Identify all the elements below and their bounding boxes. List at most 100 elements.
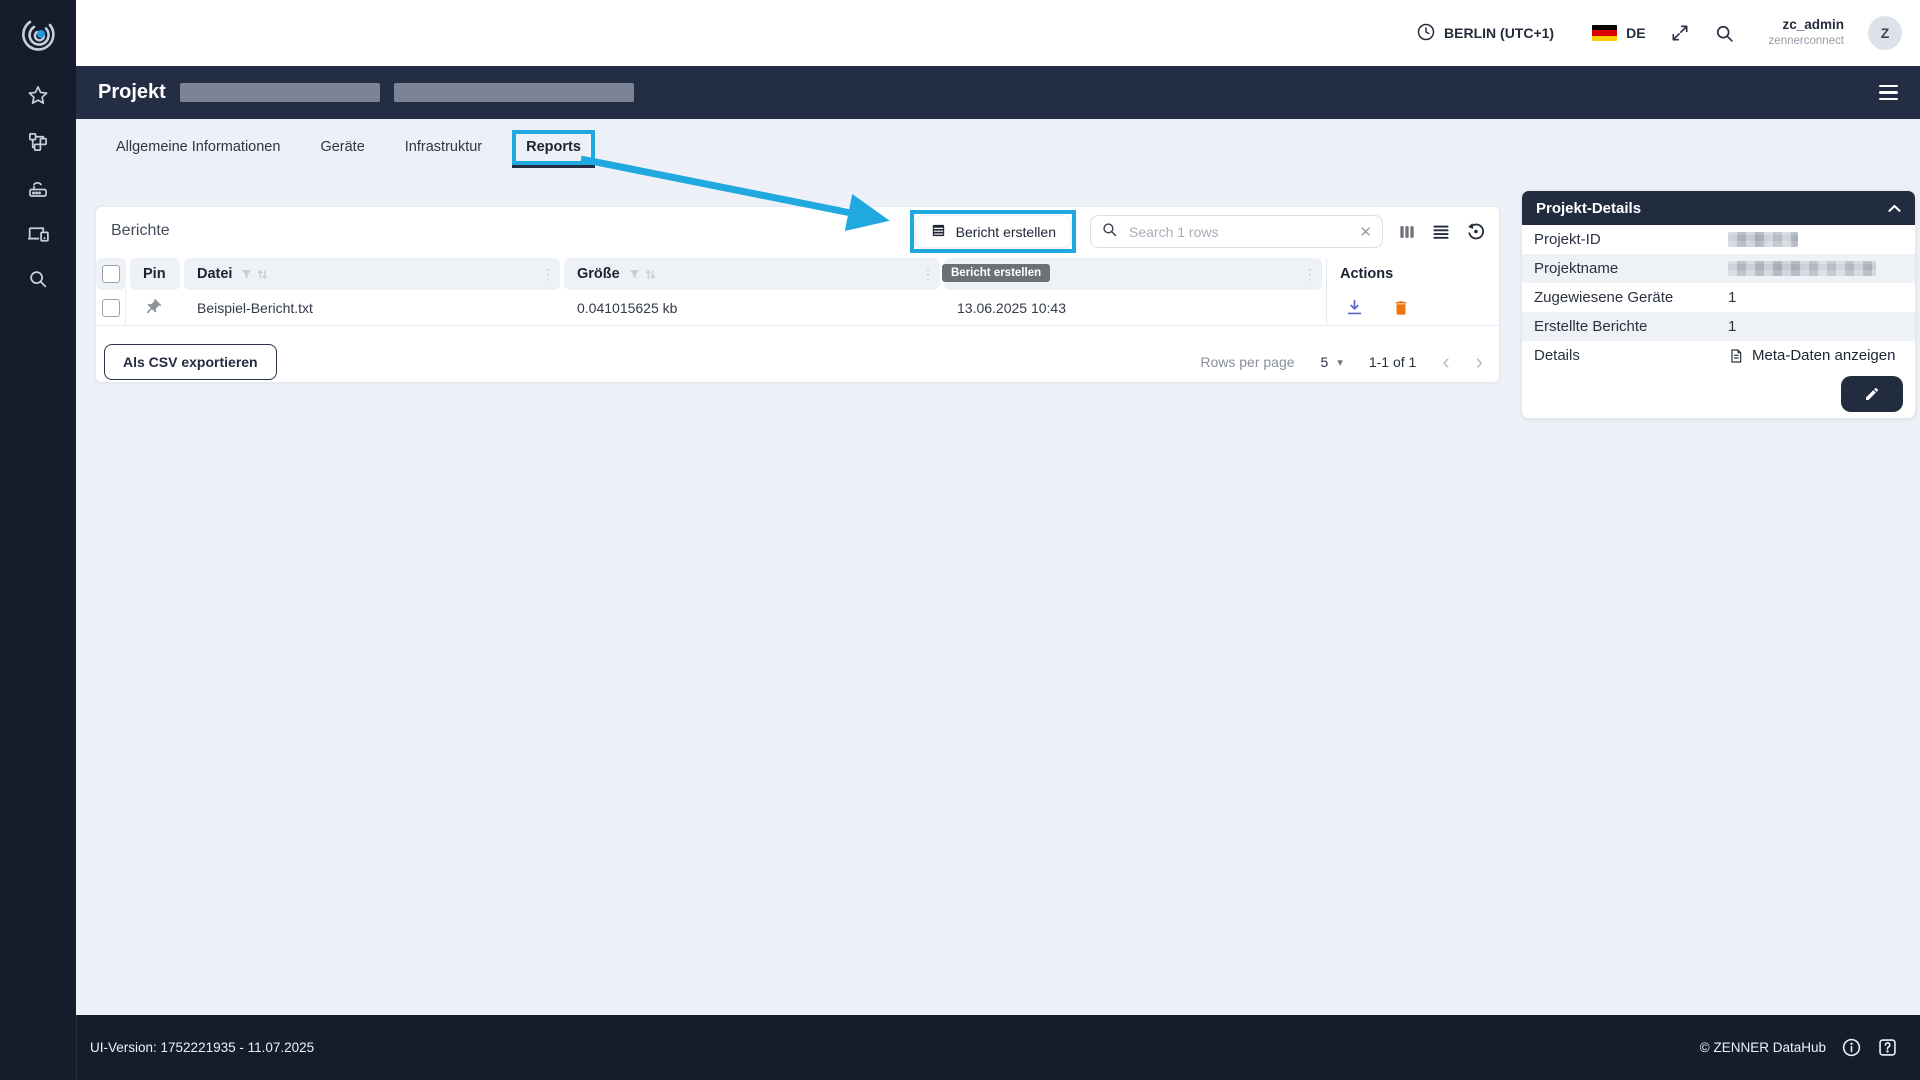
search-topbar-icon[interactable]: [1714, 23, 1735, 44]
edit-project-button[interactable]: [1841, 376, 1903, 412]
detail-label: Projektname: [1534, 260, 1618, 277]
create-report-button[interactable]: Bericht erstellen: [915, 215, 1071, 248]
gateway-router-icon[interactable]: [26, 176, 50, 205]
detail-row-projekt-id: Projekt-ID: [1522, 225, 1915, 254]
tab-geraete[interactable]: Geräte: [300, 130, 384, 165]
delete-trash-icon[interactable]: [1392, 299, 1410, 317]
pencil-icon: [1864, 386, 1880, 402]
tab-allgemeine-informationen[interactable]: Allgemeine Informationen: [96, 130, 300, 165]
row-checkbox[interactable]: [102, 299, 120, 317]
sort-icon[interactable]: [256, 268, 269, 281]
detail-label: Projekt-ID: [1534, 231, 1601, 248]
ui-version-label: UI-Version: 1752221935 - 11.07.2025: [90, 1040, 314, 1055]
detail-value: 1: [1728, 289, 1736, 306]
document-icon: [1728, 348, 1744, 364]
timezone-selector[interactable]: BERLIN (UTC+1): [1416, 22, 1554, 45]
sort-icon[interactable]: [644, 268, 657, 281]
filter-funnel-icon[interactable]: [240, 268, 253, 281]
copyright-label: © ZENNER DataHub: [1700, 1040, 1826, 1055]
project-details-header[interactable]: Projekt-Details: [1522, 191, 1915, 225]
search-input[interactable]: [1127, 223, 1350, 241]
menu-hamburger-icon[interactable]: [1879, 85, 1898, 101]
active-tab-underline: [512, 165, 595, 168]
row-file-cell: Beispiel-Bericht.txt: [184, 290, 560, 325]
footer: UI-Version: 1752221935 - 11.07.2025 © ZE…: [76, 1015, 1920, 1080]
avatar[interactable]: Z: [1868, 16, 1902, 50]
create-report-tooltip: Bericht erstellen: [942, 264, 1050, 282]
tab-reports[interactable]: Reports: [526, 134, 581, 161]
detail-row-details: Details Meta-Daten anzeigen: [1522, 341, 1915, 370]
language-selector[interactable]: DE: [1592, 25, 1645, 41]
project-details-title: Projekt-Details: [1536, 200, 1641, 217]
annotation-box-reports-tab: Reports: [512, 130, 595, 165]
table-header-row: Pin Datei ⋮ Größe ⋮: [96, 258, 1499, 290]
columns-icon[interactable]: [1397, 222, 1417, 242]
redacted-project-name-part1: [180, 83, 380, 102]
export-csv-button[interactable]: Als CSV exportieren: [104, 344, 277, 380]
pushpin-icon[interactable]: [143, 298, 162, 317]
download-icon[interactable]: [1345, 298, 1364, 317]
tab-bar: Allgemeine Informationen Geräte Infrastr…: [76, 119, 605, 175]
content-area: Allgemeine Informationen Geräte Infrastr…: [76, 119, 1920, 1015]
berichte-title: Berichte: [111, 222, 170, 240]
column-menu-icon[interactable]: ⋮: [1303, 266, 1317, 283]
history-restore-icon[interactable]: [1465, 221, 1486, 242]
header-cell-select: [96, 258, 126, 290]
devices-icon[interactable]: [26, 222, 51, 252]
rows-per-page-label: Rows per page: [1200, 354, 1294, 370]
help-icon[interactable]: [1877, 1037, 1898, 1058]
detail-row-projektname: Projektname: [1522, 254, 1915, 283]
row-size-cell: 0.041015625 kb: [564, 290, 940, 325]
redacted-project-name-part2: [394, 83, 634, 102]
file-column-label: Datei: [197, 266, 232, 282]
tab-infrastruktur[interactable]: Infrastruktur: [385, 130, 502, 165]
clear-search-icon[interactable]: ✕: [1359, 223, 1372, 241]
row-actions-cell: [1326, 290, 1499, 325]
search-sidebar-icon[interactable]: [27, 268, 49, 295]
zenner-connect-logo-icon[interactable]: [16, 12, 60, 61]
german-flag-icon: [1592, 25, 1617, 41]
create-report-label: Bericht erstellen: [956, 224, 1056, 240]
header-cell-groesse: Größe ⋮: [564, 258, 940, 290]
detail-label: Zugewiesene Geräte: [1534, 289, 1673, 306]
topbar: BERLIN (UTC+1) DE zc_admin zennerconnect…: [76, 0, 1920, 66]
detail-row-erstellte-berichte: Erstellte Berichte 1: [1522, 312, 1915, 341]
header-cell-pin: Pin: [130, 258, 180, 290]
clock-icon: [1416, 22, 1436, 45]
projects-hierarchy-icon[interactable]: [27, 130, 50, 158]
favorites-star-icon[interactable]: [27, 84, 50, 112]
row-pin-cell: [130, 290, 180, 325]
actions-column-label: Actions: [1340, 266, 1393, 282]
timezone-label: BERLIN (UTC+1): [1444, 25, 1554, 41]
select-all-checkbox[interactable]: [102, 265, 120, 283]
project-details-panel: Projekt-Details Projekt-ID Projektname Z…: [1521, 190, 1916, 419]
header-cell-datei: Datei ⋮: [184, 258, 560, 290]
caret-down-icon: ▾: [1337, 356, 1343, 369]
detail-label: Details: [1534, 347, 1580, 364]
prev-page-icon[interactable]: ‹: [1442, 351, 1449, 373]
pagination: Rows per page 5 ▾ 1-1 of 1 ‹ ›: [1200, 344, 1483, 380]
info-icon[interactable]: [1841, 1037, 1862, 1058]
chevron-up-icon: [1888, 204, 1901, 213]
sidebar: [0, 0, 76, 1080]
table-search: ✕: [1090, 215, 1383, 248]
language-label: DE: [1626, 25, 1645, 41]
page-header: Projekt: [76, 66, 1920, 119]
page-title: Projekt: [98, 81, 166, 104]
header-cell-actions: Actions: [1326, 258, 1499, 290]
user-menu[interactable]: zc_admin zennerconnect: [1769, 17, 1844, 48]
rows-per-page-select[interactable]: 5 ▾: [1321, 354, 1343, 370]
next-page-icon[interactable]: ›: [1476, 351, 1483, 373]
column-menu-icon[interactable]: ⋮: [921, 266, 935, 283]
row-date-cell: 13.06.2025 10:43: [944, 290, 1322, 325]
filter-funnel-icon[interactable]: [628, 268, 641, 281]
project-details-footer: [1522, 370, 1915, 418]
rows-per-page-value: 5: [1321, 354, 1329, 370]
fullscreen-icon[interactable]: [1670, 23, 1690, 43]
pin-column-label: Pin: [143, 266, 166, 282]
row-density-icon[interactable]: [1431, 222, 1451, 242]
redacted-projektname: [1728, 261, 1876, 276]
column-menu-icon[interactable]: ⋮: [541, 266, 555, 283]
show-metadata-link[interactable]: Meta-Daten anzeigen: [1752, 347, 1895, 364]
annotation-box-create-button: Bericht erstellen: [910, 210, 1076, 253]
